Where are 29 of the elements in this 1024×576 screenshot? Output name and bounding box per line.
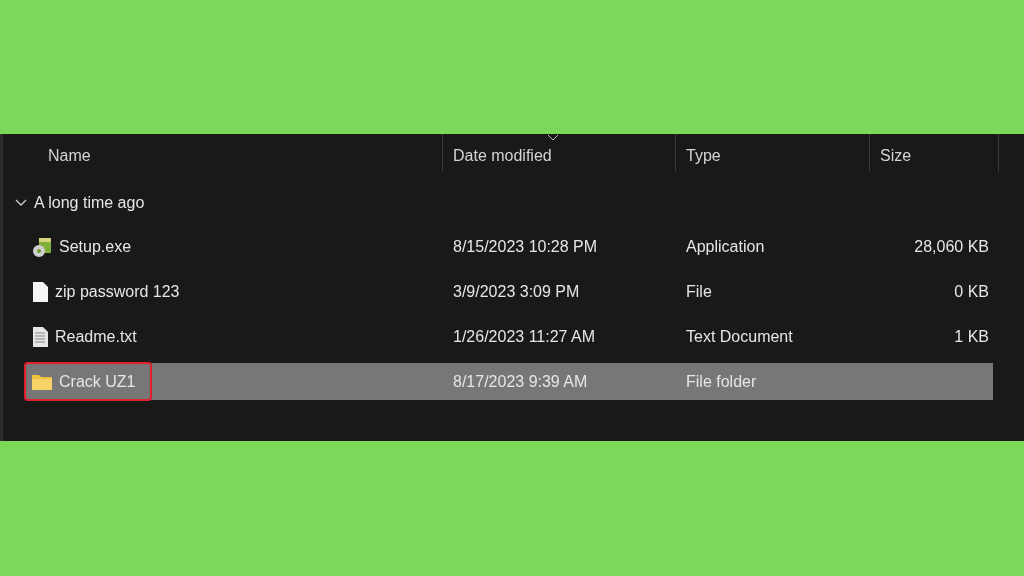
file-size: 0 KB [953,281,990,302]
date-modified: 8/15/2023 10:28 PM [452,236,599,257]
file-type: File [685,281,713,302]
group-header[interactable]: A long time ago [34,191,145,215]
file-size: 28,060 KB [913,236,990,257]
file-type: File folder [685,371,758,392]
date-modified: 3/9/2023 3:09 PM [452,281,581,302]
folder-icon [31,372,53,391]
file-name: Setup.exe [59,236,132,257]
column-header[interactable]: Type [676,134,870,172]
installer-icon [31,235,53,258]
file-size: 1 KB [953,326,990,347]
column-header[interactable]: Date modified [443,134,676,172]
text-file-icon [31,325,49,348]
date-modified: 8/17/2023 9:39 AM [452,371,589,392]
file-icon [31,280,49,303]
file-row[interactable]: Setup.exe 8/15/2023 10:28 PM Application 28,060 KB [25,228,993,265]
file-type: Application [685,236,766,257]
file-name: Readme.txt [55,326,137,347]
selected-row[interactable]: Crack UZ1 8/17/2023 9:39 AM File folder [25,363,993,400]
file-type: Text Document [685,326,794,347]
file-row[interactable]: zip password 123 3/9/2023 3:09 PM File 0 KB [25,273,993,310]
file-row[interactable]: Readme.txt 1/26/2023 11:27 AM Text Document 1 KB [25,318,993,355]
column-header[interactable]: Size [870,134,999,172]
file-name: zip password 123 [55,281,180,302]
chevron-icon[interactable] [15,199,27,207]
column-header[interactable]: Name [25,134,443,172]
date-modified: 1/26/2023 11:27 AM [452,326,597,347]
file-name: Crack UZ1 [59,371,136,392]
